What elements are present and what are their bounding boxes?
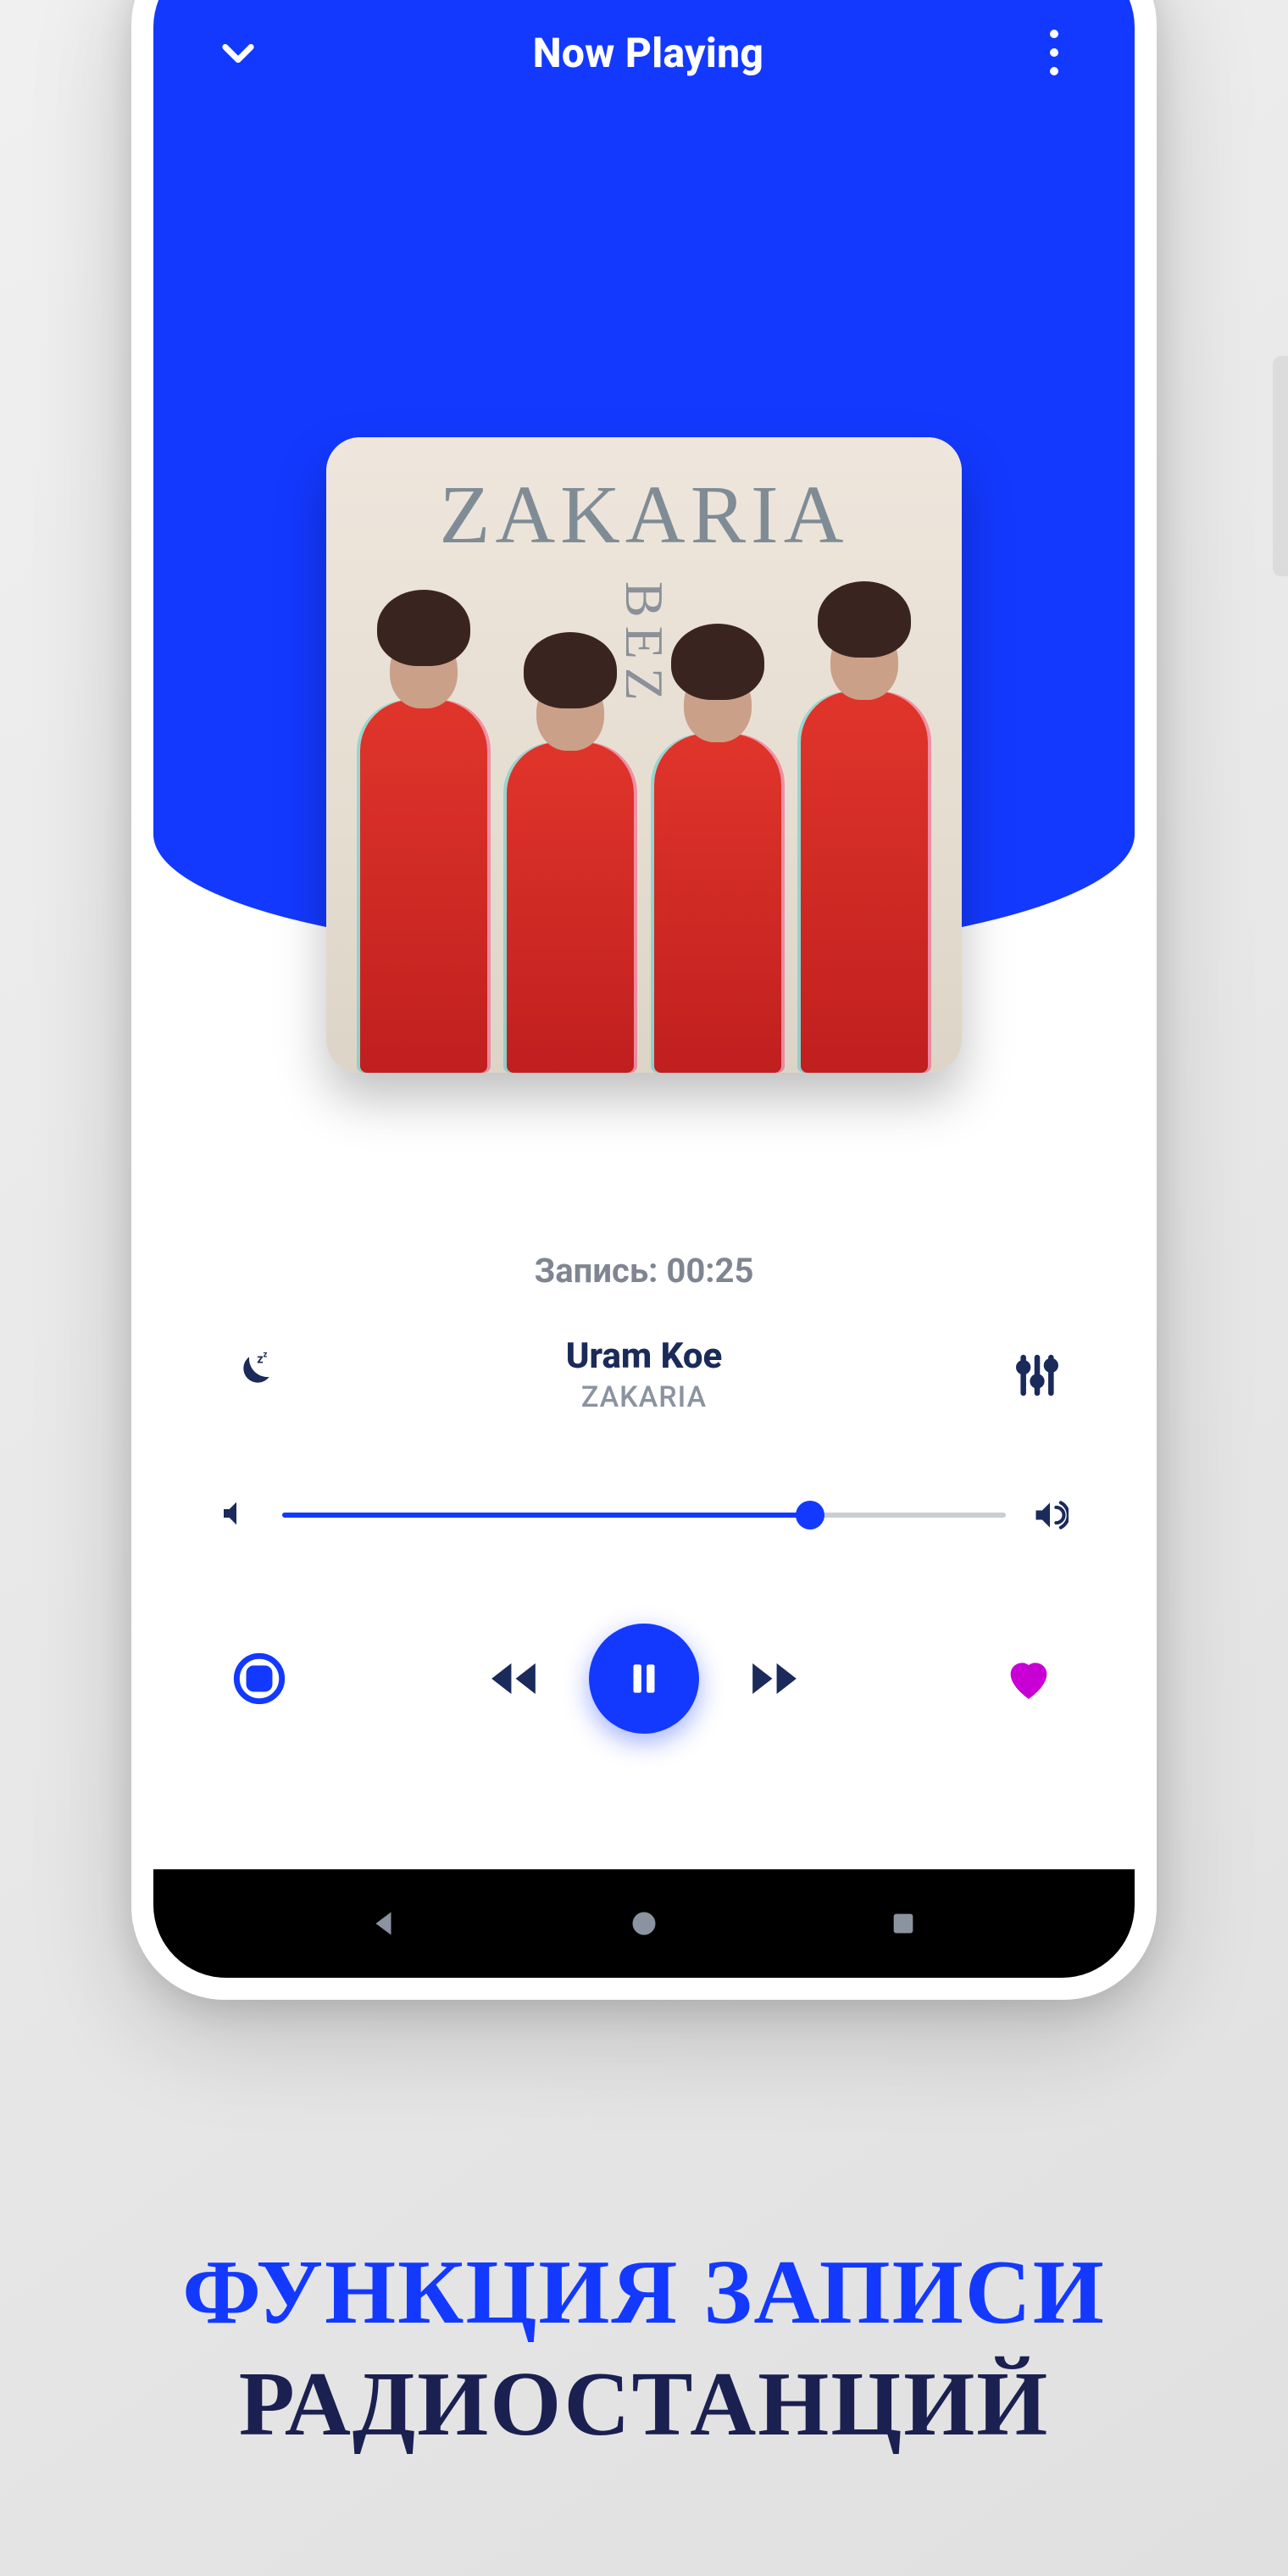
collapse-button[interactable] (213, 27, 264, 78)
chevron-down-icon (216, 31, 260, 75)
phone-side-button (1273, 356, 1288, 576)
svg-text:z: z (264, 1351, 268, 1359)
promo-caption-line1: ФУНКЦИЯ ЗАПИСИ (0, 2240, 1288, 2346)
phone-frame: Now Playing ZAKARIA BEZ Запись: 00:25 (131, 0, 1157, 2000)
pause-icon (623, 1657, 665, 1700)
android-navbar (153, 1869, 1135, 1978)
album-art-image: ZAKARIA BEZ (326, 437, 962, 1073)
track-artist: ZAKARIA (280, 1380, 1008, 1414)
record-stop-button[interactable] (221, 1641, 297, 1717)
figure-silhouette (507, 742, 634, 1073)
lower-panel (153, 954, 1135, 1978)
rewind-icon (487, 1652, 540, 1705)
transport-controls (153, 1624, 1135, 1734)
forward-icon (748, 1652, 801, 1705)
slider-thumb[interactable] (796, 1501, 824, 1530)
nav-recent-button[interactable] (883, 1903, 924, 1944)
nav-home-button[interactable] (624, 1903, 664, 1944)
nav-home-icon (629, 1908, 659, 1939)
recording-status: Запись: 00:25 (153, 1251, 1135, 1291)
more-vertical-icon (1050, 48, 1058, 57)
phone-screen: Now Playing ZAKARIA BEZ Запись: 00:25 (153, 0, 1135, 1978)
album-text-primary: ZAKARIA (326, 468, 962, 563)
equalizer-icon (1013, 1352, 1061, 1399)
pause-button[interactable] (589, 1624, 699, 1734)
figure-silhouette (360, 700, 487, 1073)
forward-button[interactable] (736, 1641, 813, 1717)
volume-down-button[interactable] (219, 1496, 257, 1534)
figure-silhouette (654, 734, 781, 1073)
track-info: Uram Koe ZAKARIA (280, 1335, 1008, 1414)
volume-high-icon (1031, 1496, 1069, 1534)
sleep-timer-button[interactable]: zz (221, 1346, 280, 1405)
volume-up-button[interactable] (1031, 1496, 1069, 1534)
heart-icon (1002, 1652, 1056, 1706)
favorite-button[interactable] (991, 1641, 1067, 1717)
rewind-button[interactable] (475, 1641, 552, 1717)
equalizer-button[interactable] (1008, 1346, 1067, 1405)
album-figures (326, 666, 962, 1073)
figure-silhouette (801, 691, 928, 1073)
stop-record-icon (232, 1652, 286, 1706)
more-options-button[interactable] (1033, 23, 1075, 82)
slider-fill (282, 1513, 810, 1518)
volume-row (153, 1496, 1135, 1534)
page-title: Now Playing (533, 29, 763, 77)
track-info-row: zz Uram Koe ZAKARIA (153, 1335, 1135, 1414)
volume-slider[interactable] (282, 1498, 1006, 1532)
promo-caption: ФУНКЦИЯ ЗАПИСИ РАДИОСТАНЦИЙ (0, 2240, 1288, 2457)
track-title: Uram Koe (280, 1335, 1008, 1377)
nav-back-button[interactable] (364, 1903, 405, 1944)
more-vertical-icon (1050, 30, 1058, 38)
moon-sleep-icon: zz (226, 1351, 275, 1400)
promo-caption-line2: РАДИОСТАНЦИЙ (0, 2352, 1288, 2457)
nav-back-icon (369, 1908, 400, 1939)
album-art[interactable]: ZAKARIA BEZ (326, 437, 962, 1073)
header-bar: Now Playing (153, 2, 1135, 103)
nav-recent-icon (889, 1909, 918, 1938)
more-vertical-icon (1050, 67, 1058, 75)
volume-low-icon (219, 1496, 253, 1530)
